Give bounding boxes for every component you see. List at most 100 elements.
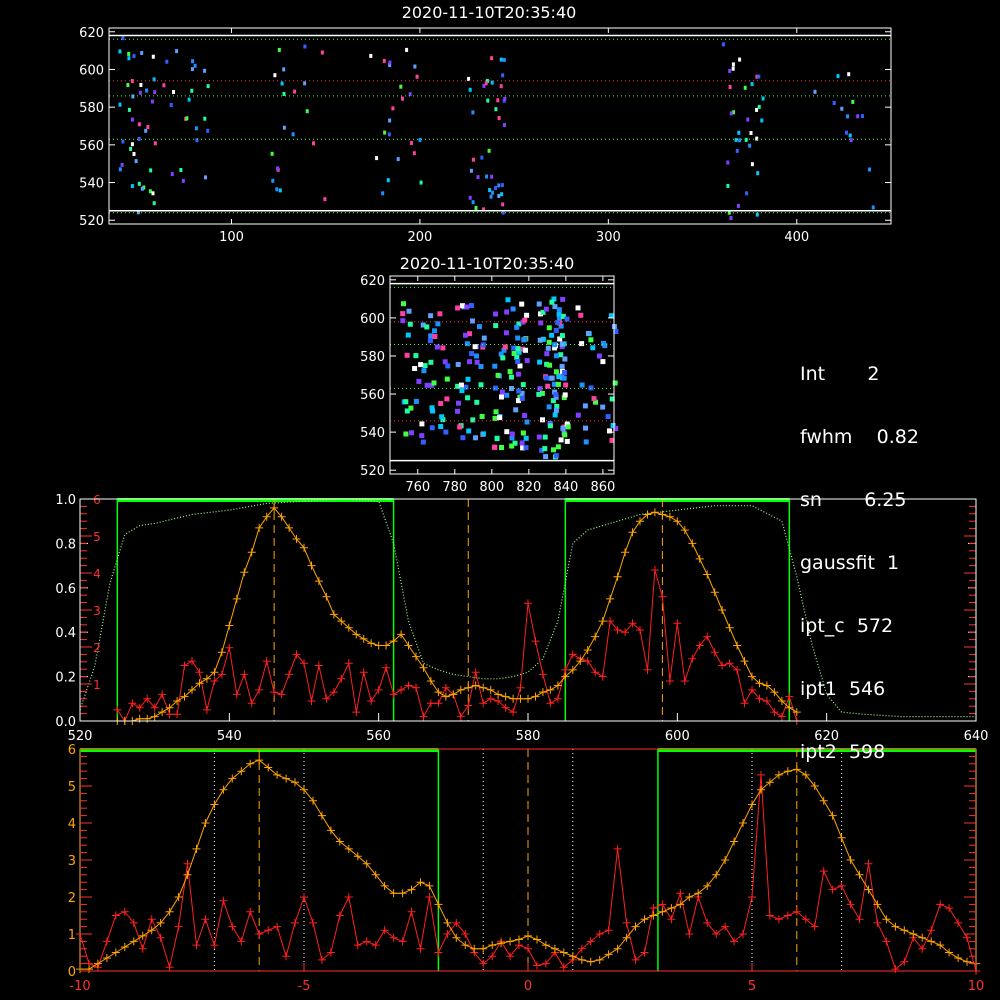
offset-xtick-label: -5 [298,979,311,994]
wavelength-xtick-label: 560 [366,729,391,744]
image-zoom-pixel [562,356,568,362]
image-wide-pixel [860,114,864,119]
image-zoom-pixel [552,412,558,418]
wavelength-ytick-label: 0.2 [55,671,76,686]
image-zoom-pixel [579,382,585,388]
image-zoom-pixel [564,316,570,322]
raw-profile-point [785,692,794,701]
raw-profile-point [583,657,592,666]
image-wide-pixel [140,186,144,191]
image-zoom-pixel [443,429,449,435]
image-wide-pixel [179,168,183,172]
image-wide-pixel [132,152,136,156]
wavelength-ytick-label: 0.0 [55,715,76,730]
info-ipt1: ipt1 546 [800,678,886,700]
raw-profile-point [591,668,600,677]
avg-profile-point [382,641,391,650]
image-zoom-pixel [544,351,550,357]
red-scale-label: 4 [93,567,101,581]
avg-profile-line [117,507,798,722]
raw-profile-point [486,694,495,703]
image-wide-pixel [190,88,194,93]
image-wide-pixel [127,51,131,56]
avg-profile-point [650,508,659,517]
raw-profile-point [665,677,674,685]
raw-profile-point [389,690,398,699]
raw-profile-point [456,712,465,721]
image-zoom-pixel [565,424,571,430]
raw-profile-point [111,911,120,920]
avg-profile-point [317,811,326,820]
offset-xtick-label: -10 [69,979,90,994]
avg-profile-point [538,688,547,697]
raw-profile-point [533,961,541,970]
raw-profile-point [673,619,682,628]
image-zoom-pixel [432,328,437,334]
raw-profile-point [509,708,518,717]
image-zoom-pixel [495,372,501,378]
image-wide-pixel [484,81,488,86]
raw-profile-point [225,643,234,652]
image-wide-pixel [323,197,327,202]
avg-profile-point [568,952,577,961]
image-wide-pixel [277,47,281,52]
image-wide-pixel [118,102,122,107]
image-zoom-xtick-label: 780 [442,480,467,495]
image-zoom-pixel [558,437,564,443]
avg-profile-point [464,683,473,692]
avg-profile-point [783,767,792,776]
avg-profile-point [425,881,434,890]
avg-profile-point [240,568,249,577]
raw-profile-point [945,904,954,913]
image-wide-pixel [846,114,849,119]
image-wide-pixel [165,59,169,64]
image-zoom-pixel [524,312,530,318]
wavelength-ytick-label: 1.0 [55,493,76,508]
image-wide-pixel [497,183,501,188]
image-zoom-pixel [515,335,521,341]
image-wide-pixel [471,110,475,115]
image-wide-pixel [474,206,478,210]
wavelength-xtick-label: 600 [665,729,690,744]
image-zoom-pixel [432,334,438,339]
info-ipt2: ipt2 598 [800,741,886,763]
image-wide-pixel [503,96,507,101]
image-zoom-pixel [424,324,430,330]
image-wide-pixel [851,99,855,104]
raw-profile-point [416,944,425,953]
image-zoom-pixel [553,327,559,333]
raw-profile-point [291,918,299,927]
raw-profile-point [180,661,189,670]
image-wide-pixel [121,139,125,144]
raw-profile-point [524,599,532,608]
image-wide-pixel [391,106,395,111]
image-wide-pixel [148,189,152,194]
image-wide-pixel [497,116,501,120]
raw-profile-point [412,683,420,692]
image-wide-pixel [172,90,175,94]
avg-profile-point [314,577,323,586]
raw-profile-point [846,900,855,909]
image-zoom-pixel [596,353,602,359]
red-scale-label: 1 [93,678,101,692]
image-zoom-pixel [578,312,584,318]
image-zoom-pixel [504,429,510,435]
image-zoom-pixel [537,359,543,365]
avg-profile-point [665,512,674,521]
image-zoom-pixel [480,431,486,437]
image-wide-pixel [140,51,144,55]
image-zoom-pixel [470,318,475,324]
image-zoom-pixel [460,435,466,441]
image-wide-pixel [501,73,505,78]
raw-profile-point [300,893,308,901]
image-zoom-pixel [538,320,544,326]
image-wide-pixel [488,188,492,193]
image-zoom-pixel [590,345,596,351]
raw-profile-point [873,918,882,927]
avg-profile-point [533,935,541,944]
image-wide-pixel [755,136,759,141]
avg-profile-point [721,856,730,864]
avg-profile-point [322,592,331,601]
image-wide-pixel [139,83,143,87]
raw-profile-point [192,941,201,950]
